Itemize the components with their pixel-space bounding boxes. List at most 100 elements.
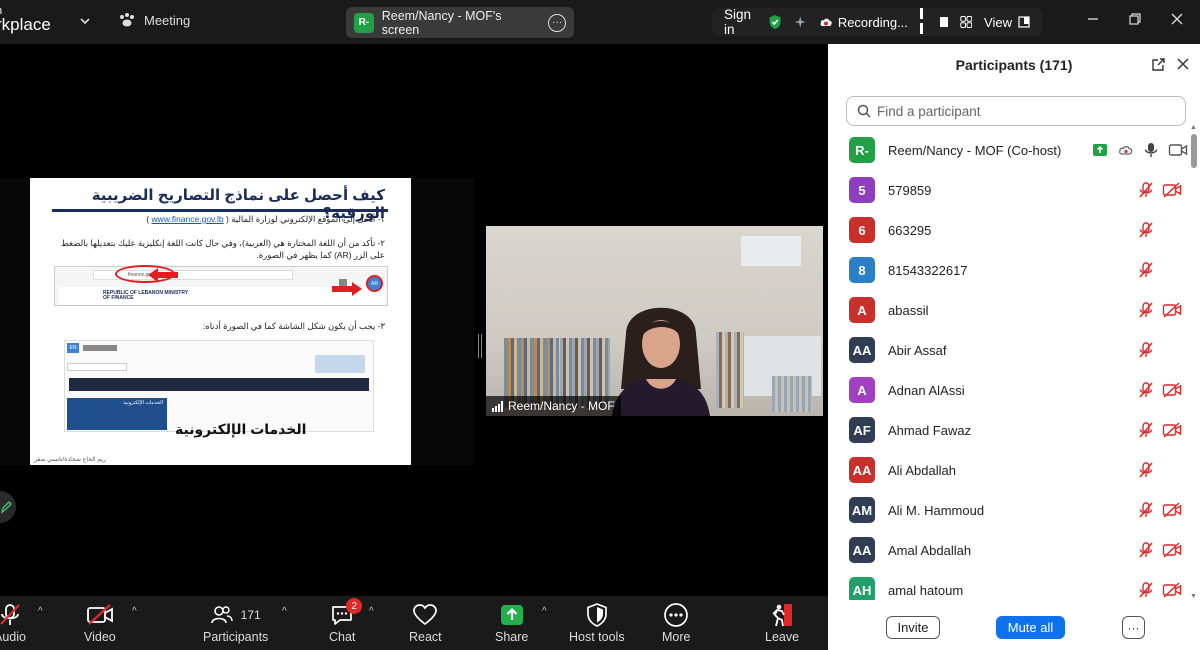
shared-screen-slide[interactable]: كيف أحصل على نماذج التصاريح الضريبية الو… <box>30 178 411 465</box>
participant-status-icons <box>1138 501 1182 519</box>
participant-row[interactable]: R- Reem/Nancy - MOF (Co-host) <box>828 130 1190 170</box>
chat-icon: 2 <box>330 598 363 630</box>
participant-status-icons <box>1138 261 1154 279</box>
mute-all-button[interactable]: Mute all <box>996 616 1065 639</box>
video-off-icon[interactable] <box>1162 382 1182 398</box>
video-button[interactable]: Video <box>84 600 116 644</box>
participant-row[interactable]: 5 579859 <box>828 170 1190 210</box>
audio-button[interactable]: Audio <box>0 600 26 644</box>
avatar: 6 <box>849 217 875 243</box>
top-right-controls: Sign in Recording... View <box>712 7 1042 37</box>
video-options-caret[interactable]: ^ <box>132 606 137 617</box>
participant-row[interactable]: Aabassil <box>828 290 1190 330</box>
chat-options-caret[interactable]: ^ <box>369 606 374 617</box>
participant-row[interactable]: AH amal hatoum <box>828 570 1190 600</box>
pen-icon <box>0 501 12 514</box>
shield-check-icon[interactable] <box>768 12 782 32</box>
react-button[interactable]: React <box>409 600 442 644</box>
scroll-down-arrow[interactable]: ▼ <box>1190 593 1197 600</box>
mic-muted-icon[interactable] <box>1138 541 1154 559</box>
shield-icon <box>586 600 608 630</box>
participant-row[interactable]: AA Abir Assaf <box>828 330 1190 370</box>
participant-row[interactable]: 6 663295 <box>828 210 1190 250</box>
more-options-icon[interactable]: ··· <box>548 13 566 32</box>
video-off-icon[interactable] <box>1162 182 1182 198</box>
annotate-button[interactable] <box>0 491 16 523</box>
recording-indicator[interactable]: Recording... <box>819 15 908 30</box>
host-tools-button[interactable]: Host tools <box>569 600 625 644</box>
avatar: R- <box>354 12 374 33</box>
gallery-grid-icon[interactable] <box>959 14 973 30</box>
scrollbar-thumb[interactable] <box>1191 134 1197 168</box>
screen-share-indicator[interactable]: R- Reem/Nancy - MOF's screen ··· <box>346 7 574 38</box>
video-tile[interactable]: Reem/Nancy - MOF <box>486 226 823 416</box>
participant-row[interactable]: 8 81543322617 <box>828 250 1190 290</box>
slide-site-bigtext: الخدمات الإلكترونية <box>175 421 307 437</box>
resize-handle[interactable] <box>478 334 482 358</box>
mic-muted-icon[interactable] <box>1138 301 1154 319</box>
mic-muted-icon[interactable] <box>1138 381 1154 399</box>
participant-row[interactable]: AF Ahmad Fawaz <box>828 410 1190 450</box>
more-icon <box>663 600 689 630</box>
mic-muted-icon[interactable] <box>1138 461 1154 479</box>
participant-row[interactable]: A Adnan AlAssi <box>828 370 1190 410</box>
share-options-caret[interactable]: ^ <box>542 606 547 617</box>
participant-status-icons <box>1138 541 1182 559</box>
scroll-up-arrow[interactable]: ▲ <box>1190 124 1197 131</box>
close-icon[interactable] <box>1176 57 1190 71</box>
mic-muted-icon[interactable] <box>1138 421 1154 439</box>
sparkle-icon[interactable] <box>794 14 807 30</box>
chevron-down-icon[interactable] <box>78 14 92 28</box>
avatar: AH <box>849 577 875 600</box>
slide-link: www.finance.gov.lb <box>151 214 224 224</box>
sign-in-button[interactable]: Sign in <box>724 7 756 37</box>
participants-button[interactable]: 171 Participants <box>203 600 268 644</box>
stop-recording-button[interactable] <box>939 17 948 27</box>
mic-muted-icon[interactable] <box>1138 221 1154 239</box>
minimize-icon[interactable] <box>1086 12 1100 26</box>
mic-muted-icon[interactable] <box>1138 261 1154 279</box>
slide-site-lang: EN <box>67 343 79 353</box>
pause-recording-button[interactable] <box>919 7 928 37</box>
participant-search[interactable] <box>846 96 1186 126</box>
audio-options-caret[interactable]: ^ <box>38 606 43 617</box>
video-off-icon[interactable] <box>1162 542 1182 558</box>
participant-name: Abir Assaf <box>888 342 947 358</box>
popout-icon[interactable] <box>1151 57 1166 72</box>
share-button[interactable]: Share <box>495 600 528 644</box>
participant-list-scrollbar[interactable] <box>1191 134 1197 602</box>
participant-row[interactable]: AA Amal Abdallah <box>828 530 1190 570</box>
avatar: AF <box>849 417 875 443</box>
participant-row[interactable]: AM Ali M. Hammoud <box>828 490 1190 530</box>
mic-muted-icon[interactable] <box>1138 501 1154 519</box>
mic-icon[interactable] <box>1144 141 1158 159</box>
meeting-info-button[interactable]: Meeting <box>118 12 190 28</box>
meeting-label: Meeting <box>144 12 191 28</box>
search-input[interactable] <box>877 103 1167 119</box>
slide-title-rule <box>52 209 388 212</box>
chat-button[interactable]: 2 Chat <box>329 598 363 644</box>
invite-button[interactable]: Invite <box>886 616 940 639</box>
participants-options-caret[interactable]: ^ <box>282 606 287 617</box>
close-icon[interactable] <box>1170 12 1184 26</box>
participant-status-icons <box>1138 221 1154 239</box>
restore-icon[interactable] <box>1128 12 1142 26</box>
video-icon[interactable] <box>1168 142 1188 158</box>
leave-button[interactable]: Leave <box>765 600 799 644</box>
participant-name: Amal Abdallah <box>888 542 972 558</box>
mic-muted-icon[interactable] <box>1138 581 1154 599</box>
video-off-icon[interactable] <box>1162 422 1182 438</box>
participant-row[interactable]: AA Ali Abdallah <box>828 450 1190 490</box>
video-off-icon[interactable] <box>1162 582 1182 598</box>
participant-status-icons <box>1138 381 1182 399</box>
participants-icon <box>210 606 233 624</box>
video-off-icon[interactable] <box>1162 502 1182 518</box>
more-button[interactable]: More <box>662 600 690 644</box>
participant-name: Ahmad Fawaz <box>888 422 972 438</box>
view-button[interactable]: View <box>984 15 1030 30</box>
more-options-button[interactable]: ··· <box>1122 616 1145 639</box>
participants-panel: Participants (171) R- Reem/Nancy - MOF (C… <box>828 44 1200 650</box>
mic-muted-icon[interactable] <box>1138 341 1154 359</box>
video-off-icon[interactable] <box>1162 302 1182 318</box>
mic-muted-icon[interactable] <box>1138 181 1154 199</box>
